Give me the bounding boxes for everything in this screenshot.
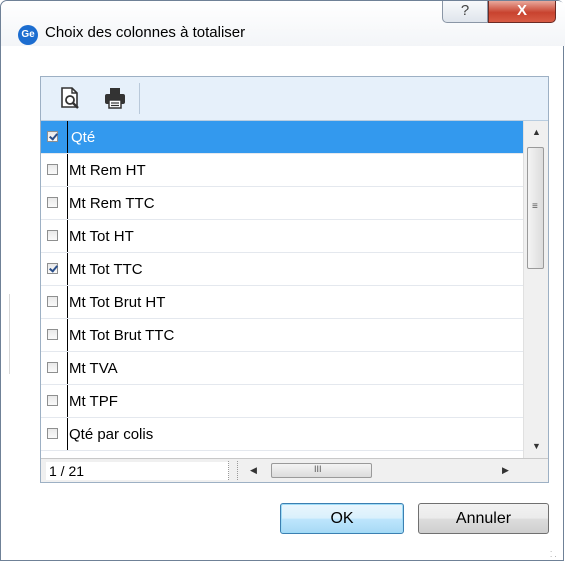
horizontal-scroll-thumb[interactable]: III <box>271 463 372 478</box>
grid-toolbar <box>41 77 548 121</box>
checkbox-cell <box>41 319 68 351</box>
list-item[interactable]: Qté <box>41 121 523 154</box>
column-label: Mt TPF <box>69 393 118 410</box>
list-item[interactable]: Mt Tot TTC <box>41 253 523 286</box>
column-checkbox[interactable] <box>47 428 58 439</box>
printer-icon <box>105 88 125 109</box>
scroll-left-icon[interactable]: ◀ <box>250 465 257 476</box>
column-checkbox[interactable] <box>47 329 58 340</box>
list-item[interactable]: Mt Rem HT <box>41 154 523 187</box>
columns-grid: Qté Mt Rem HT Mt Rem TTC Mt Tot HT Mt Tot TT… <box>40 76 549 483</box>
record-counter: 1 / 21 <box>46 462 229 480</box>
list-item[interactable]: Mt Tot Brut TTC <box>41 319 523 352</box>
resize-grip-icon[interactable]: .. . <box>550 546 557 559</box>
vertical-scrollbar[interactable]: ▲ ≡ ▼ <box>523 121 548 458</box>
status-splitter[interactable] <box>228 461 238 480</box>
column-checkbox[interactable] <box>47 131 58 142</box>
list-item[interactable]: Mt Tot Brut HT <box>41 286 523 319</box>
column-checkbox[interactable] <box>47 362 58 373</box>
scroll-right-icon[interactable]: ▶ <box>502 465 509 476</box>
ok-button[interactable]: OK <box>280 503 404 534</box>
column-checkbox[interactable] <box>47 164 58 175</box>
dialog-window: Ge Choix des colonnes à totaliser ? X Qt… <box>0 0 565 561</box>
column-label: Mt TVA <box>69 360 118 377</box>
list-item[interactable]: Mt Tot HT <box>41 220 523 253</box>
window-title: Choix des colonnes à totaliser <box>45 24 246 41</box>
app-logo-icon: Ge <box>18 25 38 45</box>
help-button[interactable]: ? <box>442 1 488 23</box>
print-button[interactable] <box>103 86 127 110</box>
column-checkbox[interactable] <box>47 230 58 241</box>
column-label: Mt Tot HT <box>69 228 134 245</box>
cancel-button[interactable]: Annuler <box>418 503 549 534</box>
vertical-scroll-thumb[interactable]: ≡ <box>527 147 544 269</box>
horizontal-scrollbar[interactable]: ◀ III ▶ <box>240 461 525 481</box>
checkbox-cell <box>41 154 68 186</box>
status-bar: 1 / 21 ◀ III ▶ <box>41 458 548 482</box>
toolbar-separator <box>139 83 140 114</box>
checkbox-cell <box>41 418 68 450</box>
column-checkbox[interactable] <box>47 395 58 406</box>
print-preview-button[interactable] <box>58 86 82 110</box>
checkbox-cell <box>41 352 68 384</box>
column-label: Mt Rem TTC <box>69 195 155 212</box>
frame-mark <box>9 294 10 374</box>
grip-icon: ≡ <box>532 201 538 212</box>
scroll-up-icon[interactable]: ▲ <box>532 127 541 137</box>
checkbox-cell <box>41 220 68 252</box>
close-button[interactable]: X <box>488 1 556 23</box>
list-item[interactable]: Qté par colis <box>41 418 523 451</box>
column-label: Mt Rem HT <box>69 162 146 179</box>
scroll-down-icon[interactable]: ▼ <box>532 441 541 451</box>
column-checkbox[interactable] <box>47 263 58 274</box>
column-checkbox[interactable] <box>47 296 58 307</box>
columns-list: Qté Mt Rem HT Mt Rem TTC Mt Tot HT Mt Tot TT… <box>41 121 523 458</box>
checkbox-cell <box>41 286 68 318</box>
column-label: Mt Tot Brut HT <box>69 294 166 311</box>
print-preview-icon <box>61 87 79 109</box>
list-item[interactable]: Mt Rem TTC <box>41 187 523 220</box>
grip-icon: III <box>314 464 322 474</box>
column-label: Qté <box>71 129 96 146</box>
checkbox-cell <box>41 187 68 219</box>
list-item[interactable]: Mt TVA <box>41 352 523 385</box>
list-item[interactable]: Mt TPF <box>41 385 523 418</box>
checkbox-cell <box>41 121 68 153</box>
column-label: Mt Tot Brut TTC <box>69 327 175 344</box>
checkbox-cell <box>41 385 68 417</box>
column-checkbox[interactable] <box>47 197 58 208</box>
column-label: Qté par colis <box>69 426 154 443</box>
column-label: Mt Tot TTC <box>69 261 143 278</box>
title-bar[interactable]: Ge Choix des colonnes à totaliser ? X <box>1 1 565 46</box>
checkbox-cell <box>41 253 68 285</box>
